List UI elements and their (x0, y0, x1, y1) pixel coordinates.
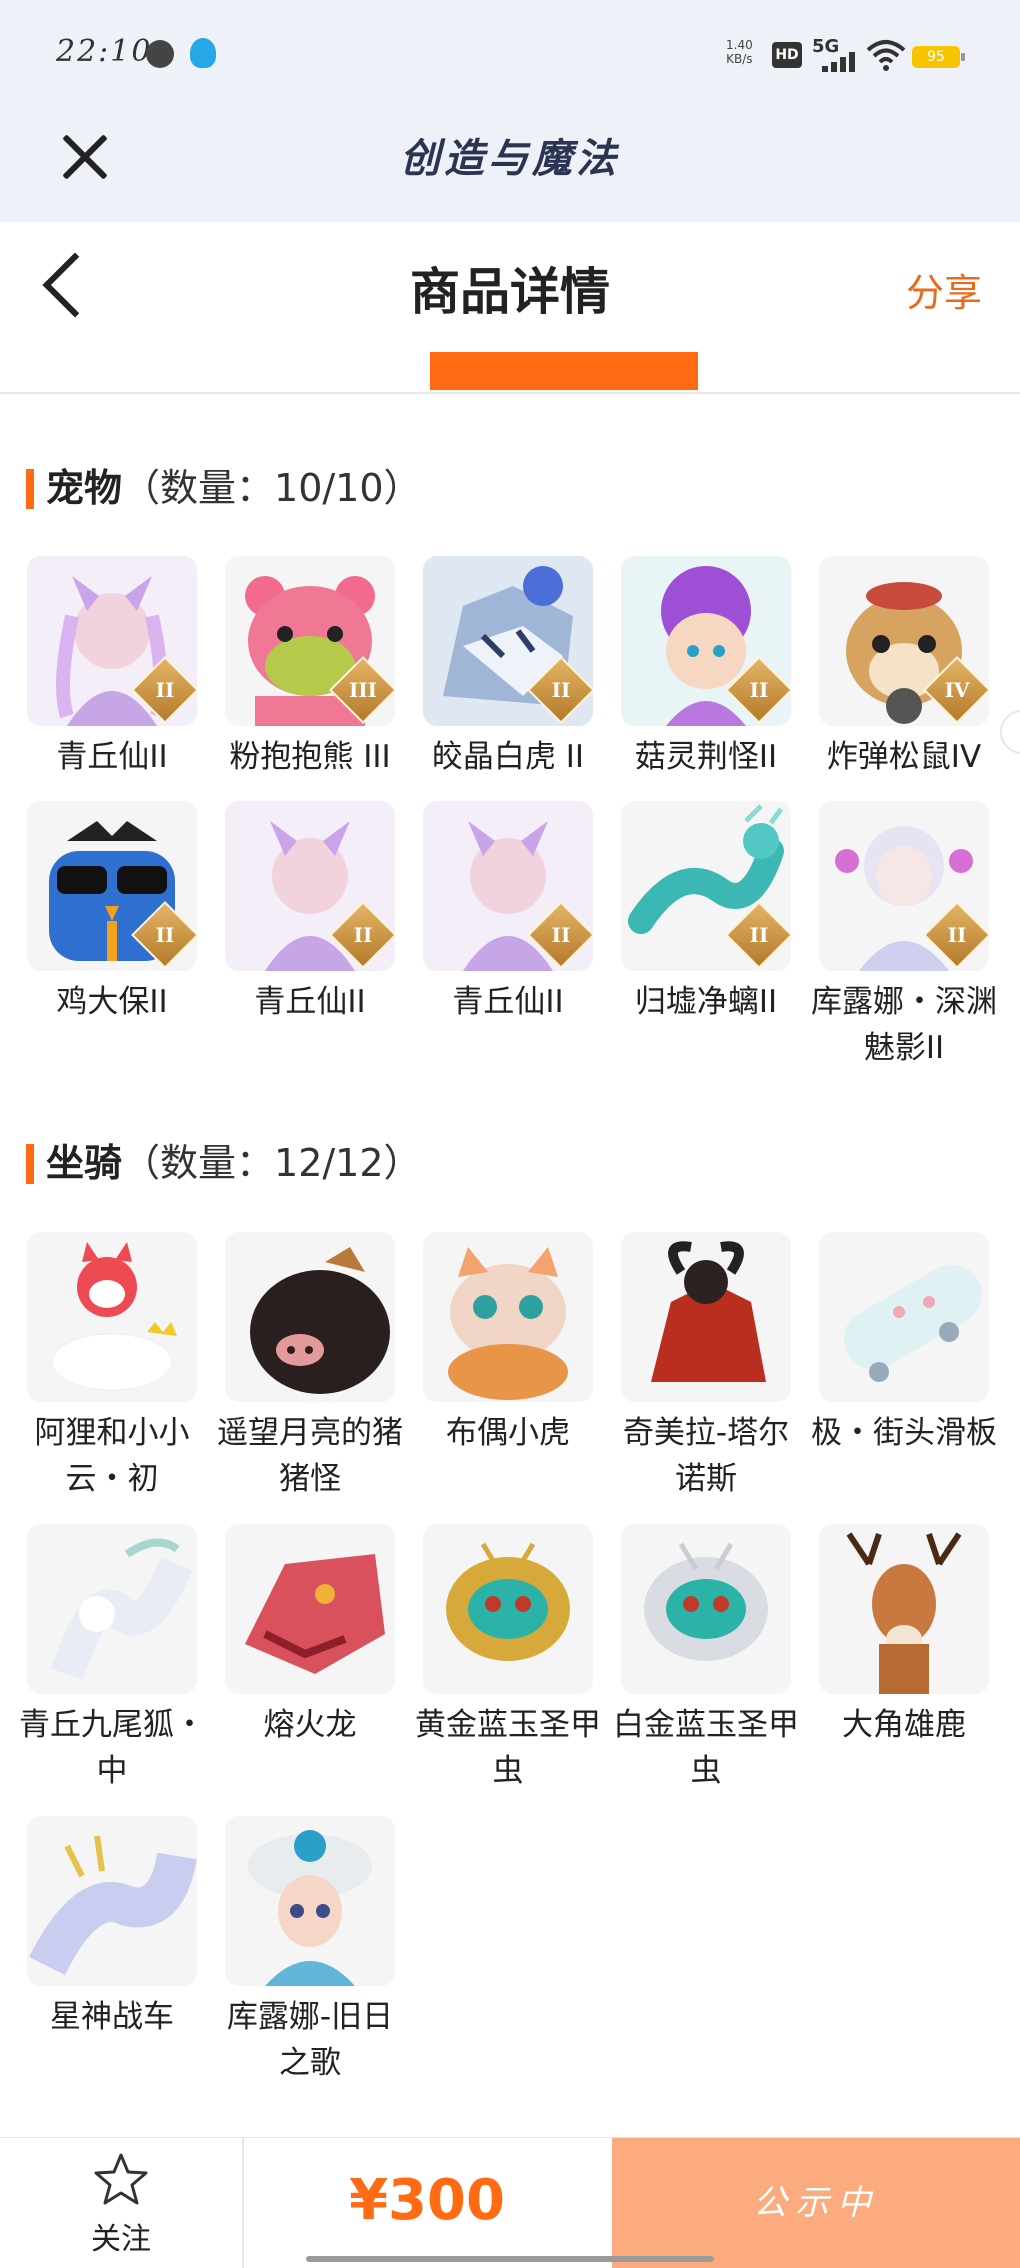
section-count: （数量：10/10） (122, 466, 422, 510)
pet-item[interactable]: IV 炸弹松鼠IV (805, 556, 1003, 780)
share-button[interactable]: 分享 (906, 262, 982, 317)
pet-item[interactable]: II 皎晶白虎 II (409, 556, 607, 780)
mount-thumbnail (819, 1232, 989, 1402)
pet-item[interactable]: II 青丘仙II (13, 556, 211, 780)
app-notification-icon (146, 40, 174, 68)
pet-name: 青丘仙II (452, 984, 564, 1020)
mount-thumbnail (621, 1232, 791, 1402)
pet-thumbnail: II (621, 801, 791, 971)
network-speed-value: 1.40 (726, 38, 753, 52)
mount-item[interactable]: 大角雄鹿 (805, 1524, 1003, 1748)
floating-handle[interactable] (1000, 710, 1020, 754)
section-label: 坐骑 (46, 1141, 123, 1185)
hd-icon: HD (772, 42, 802, 68)
mount-item[interactable]: 阿狸和小小云・初 (13, 1232, 211, 1502)
page-title: 商品详情 (410, 263, 610, 321)
section-title-pets: 宠物（数量：10/10） (26, 463, 422, 513)
mount-name: 遥望月亮的猪猪怪 (217, 1415, 403, 1497)
mount-item[interactable]: 布偶小虎 (409, 1232, 607, 1456)
mount-thumbnail (27, 1232, 197, 1402)
section-count: （数量：12/12） (122, 1141, 422, 1185)
mount-item[interactable]: 青丘九尾狐・中 (13, 1524, 211, 1794)
pet-item[interactable]: II 青丘仙II (409, 801, 607, 1025)
mount-name: 阿狸和小小云・初 (34, 1415, 190, 1497)
pet-thumbnail: II (819, 801, 989, 971)
network-speed-unit: KB/s (726, 52, 753, 66)
status-time: 22:10 (56, 34, 153, 69)
pet-thumbnail: III (225, 556, 395, 726)
mount-item[interactable]: 熔火龙 (211, 1524, 409, 1748)
mount-thumbnail (423, 1232, 593, 1402)
mount-name: 黄金蓝玉圣甲虫 (415, 1707, 601, 1789)
bottom-bar: 关注 ¥300 公示中 (0, 2137, 1020, 2268)
home-indicator (306, 2256, 714, 2262)
mount-item[interactable]: 库露娜-旧日之歌 (211, 1816, 409, 2086)
pet-name: 菇灵荆怪II (634, 739, 778, 775)
pet-name: 鸡大保II (56, 984, 168, 1020)
tab-indicator (430, 352, 698, 390)
pet-name: 粉抱抱熊 III (229, 739, 391, 775)
pet-item[interactable]: II 归墟净螭II (607, 801, 805, 1025)
pet-thumbnail: II (27, 801, 197, 971)
mount-item[interactable]: 奇美拉-塔尔诺斯 (607, 1232, 805, 1502)
follow-label: 关注 (91, 2222, 151, 2257)
mount-thumbnail (621, 1524, 791, 1694)
mount-thumbnail (27, 1524, 197, 1694)
mount-name: 奇美拉-塔尔诺斯 (622, 1415, 790, 1497)
price: ¥300 (349, 2168, 505, 2233)
pet-name: 青丘仙II (56, 739, 168, 775)
pet-item[interactable]: II 青丘仙II (211, 801, 409, 1025)
pet-thumbnail: IV (819, 556, 989, 726)
mount-name: 白金蓝玉圣甲虫 (613, 1707, 799, 1789)
pet-item[interactable]: II 菇灵荆怪II (607, 556, 805, 780)
mount-name: 布偶小虎 (446, 1415, 570, 1451)
pet-name: 皎晶白虎 II (431, 739, 585, 775)
pet-name: 库露娜・深渊魅影II (811, 984, 997, 1066)
mount-name: 青丘九尾狐・中 (19, 1707, 205, 1789)
signal-icon (822, 52, 858, 72)
app-title: 创造与魔法 (400, 135, 620, 182)
star-icon (94, 2153, 148, 2205)
pet-item[interactable]: II 库露娜・深渊魅影II (805, 801, 1003, 1071)
mount-name: 熔火龙 (263, 1707, 357, 1743)
app-header: 创造与魔法 (0, 110, 1020, 222)
section-label: 宠物 (46, 466, 123, 510)
battery-icon: 95 (912, 46, 965, 68)
pet-item[interactable]: II 鸡大保II (13, 801, 211, 1025)
status-bar: 22:10 1.40 KB/s HD 5G 95 (0, 0, 1020, 110)
mount-thumbnail (225, 1232, 395, 1402)
mount-item[interactable]: 遥望月亮的猪猪怪 (211, 1232, 409, 1502)
follow-button[interactable]: 关注 (0, 2138, 244, 2268)
mount-name: 库露娜-旧日之歌 (226, 1999, 394, 2081)
pet-name: 炸弹松鼠IV (826, 739, 982, 775)
mount-thumbnail (225, 1524, 395, 1694)
wifi-icon (866, 40, 906, 71)
section-title-mounts: 坐骑（数量：12/12） (26, 1138, 422, 1188)
pet-thumbnail: II (27, 556, 197, 726)
mount-name: 大角雄鹿 (842, 1707, 966, 1743)
publicity-status-button[interactable]: 公示中 (612, 2138, 1020, 2268)
qq-notification-icon (190, 38, 216, 68)
mount-thumbnail (27, 1816, 197, 1986)
pet-thumbnail: II (621, 556, 791, 726)
pet-thumbnail: II (225, 801, 395, 971)
mount-thumbnail (225, 1816, 395, 1986)
mount-name: 星神战车 (50, 1999, 174, 2035)
mount-name: 极・街头滑板 (811, 1415, 997, 1451)
pet-item[interactable]: III 粉抱抱熊 III (211, 556, 409, 780)
nav-bar: 商品详情 分享 (0, 222, 1020, 394)
pet-name: 青丘仙II (254, 984, 366, 1020)
pet-thumbnail: II (423, 556, 593, 726)
mount-item[interactable]: 白金蓝玉圣甲虫 (607, 1524, 805, 1794)
mount-item[interactable]: 极・街头滑板 (805, 1232, 1003, 1456)
mount-item[interactable]: 星神战车 (13, 1816, 211, 2040)
mount-item[interactable]: 黄金蓝玉圣甲虫 (409, 1524, 607, 1794)
mount-thumbnail (423, 1524, 593, 1694)
pet-name: 归墟净螭II (634, 984, 778, 1020)
pet-thumbnail: II (423, 801, 593, 971)
mount-thumbnail (819, 1524, 989, 1694)
network-speed: 1.40 KB/s (726, 38, 753, 66)
